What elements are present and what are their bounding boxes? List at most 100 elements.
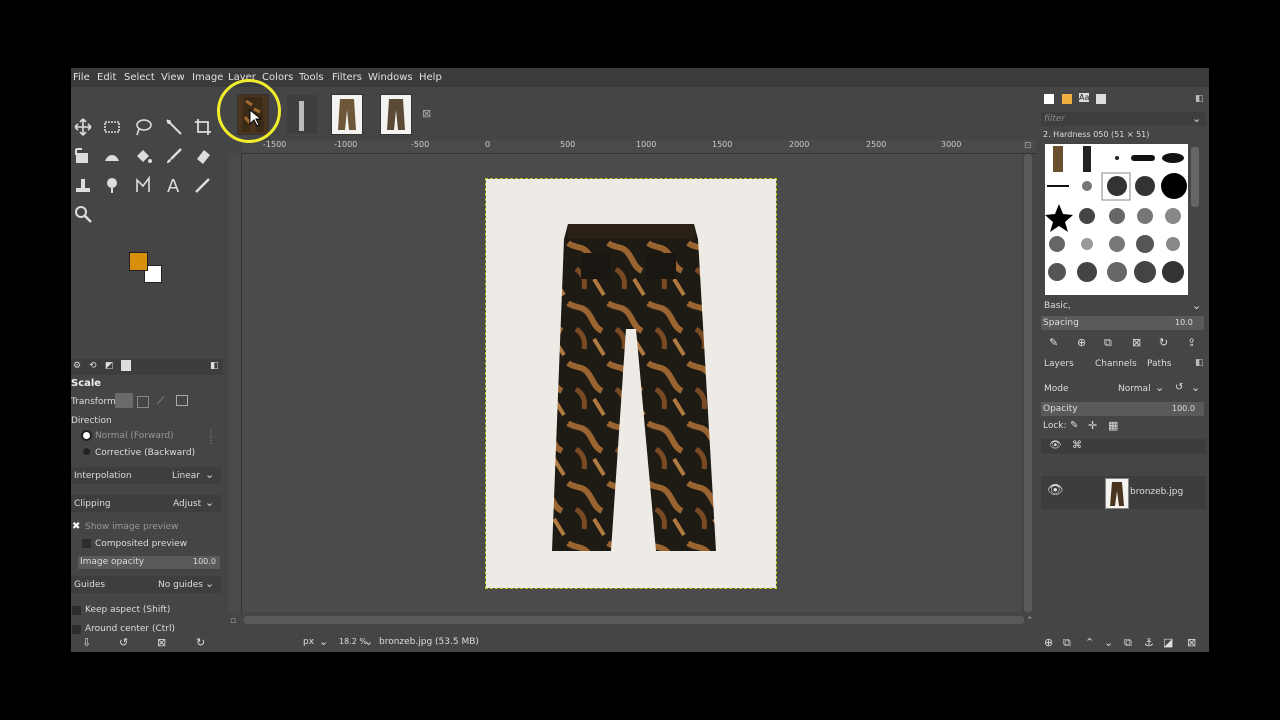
clipping-row[interactable]: Clipping Adjust ⌄ xyxy=(71,495,221,512)
eraser-icon[interactable] xyxy=(191,145,215,167)
close-tab-icon[interactable]: ⊠ xyxy=(422,107,431,120)
crop-icon[interactable] xyxy=(191,116,215,138)
transform-selection-icon[interactable] xyxy=(137,396,149,408)
image-opacity-slider[interactable]: Image opacity 100.0 xyxy=(78,556,220,569)
menu-windows[interactable]: Windows xyxy=(368,72,413,83)
images-tab-icon[interactable] xyxy=(121,360,131,371)
reset-options-icon[interactable]: ↻ xyxy=(196,636,205,649)
foreground-color-swatch[interactable] xyxy=(129,252,148,271)
menu-image[interactable]: Image xyxy=(192,72,223,83)
paintbrush-icon[interactable] xyxy=(162,145,186,167)
show-preview-label[interactable]: Show image preview xyxy=(85,522,179,532)
direction-corrective-label[interactable]: Corrective (Backward) xyxy=(95,448,195,458)
tab-layers[interactable]: Layers xyxy=(1044,359,1074,369)
warp-transform-icon[interactable] xyxy=(100,145,124,167)
save-options-icon[interactable]: ⇩ xyxy=(82,636,91,649)
rect-select-icon[interactable] xyxy=(100,116,124,138)
zoom-select[interactable]: 18.2 % xyxy=(339,637,367,646)
mask-layer-icon[interactable]: ◪ xyxy=(1163,636,1173,649)
image-tab-dark[interactable] xyxy=(286,94,318,135)
new-brush-icon[interactable]: ⊕ xyxy=(1077,336,1086,349)
anchor-layer-icon[interactable]: ⚓ xyxy=(1144,636,1154,649)
text-tool-icon[interactable]: A xyxy=(162,174,186,196)
brushes-tab-icon[interactable] xyxy=(1044,94,1054,104)
raise-layer-icon[interactable]: ⌃ xyxy=(1085,636,1094,649)
switch-mode-icon[interactable]: ↺ xyxy=(1175,382,1183,393)
restore-options-icon[interactable]: ↺ xyxy=(119,636,128,649)
tab-paths[interactable]: Paths xyxy=(1147,359,1171,369)
menu-help[interactable]: Help xyxy=(419,72,442,83)
lock-pixels-icon[interactable]: ✎ xyxy=(1070,420,1078,431)
configure-tab-icon[interactable]: ◧ xyxy=(1195,358,1204,368)
fonts-tab-icon[interactable]: Aa xyxy=(1079,93,1090,102)
configure-tab-icon[interactable]: ◧ xyxy=(1195,94,1204,104)
composited-preview-label[interactable]: Composited preview xyxy=(95,539,187,549)
patterns-tab-icon[interactable] xyxy=(1062,94,1072,104)
eye-icon[interactable]: 👁 xyxy=(1047,483,1064,498)
quick-mask-icon[interactable]: ▫ xyxy=(230,616,236,626)
direction-normal-label[interactable]: Normal (Forward) xyxy=(95,431,174,441)
around-center-checkbox[interactable] xyxy=(72,625,81,634)
image-tab-pants-2[interactable] xyxy=(331,94,363,135)
horizontal-scrollbar[interactable] xyxy=(244,616,1024,624)
menu-file[interactable]: File xyxy=(73,72,90,83)
transform-path-icon[interactable]: ⟋ xyxy=(157,396,164,407)
transform-image-icon[interactable] xyxy=(176,395,188,406)
document-history-tab-icon[interactable] xyxy=(1096,94,1106,104)
menu-tools[interactable]: Tools xyxy=(299,72,324,83)
tool-options-tab-icon[interactable]: ⚙ xyxy=(73,361,81,371)
layer-opacity-slider[interactable]: Opacity 100.0 xyxy=(1041,402,1204,416)
spacing-slider[interactable]: Spacing 10.0 xyxy=(1041,316,1204,330)
tab-channels[interactable]: Channels xyxy=(1095,359,1137,369)
image-canvas[interactable] xyxy=(485,178,777,589)
lock-alpha-icon[interactable]: ▦ xyxy=(1108,419,1118,432)
fuzzy-select-icon[interactable] xyxy=(162,116,186,138)
smudge-icon[interactable] xyxy=(100,174,124,196)
around-center-label[interactable]: Around center (Ctrl) xyxy=(85,624,175,634)
transform-layer-icon[interactable] xyxy=(115,393,133,408)
guides-row[interactable]: Guides No guides ⌄ xyxy=(71,576,221,593)
duplicate-brush-icon[interactable]: ⧉ xyxy=(1104,336,1112,350)
navigate-icon[interactable]: ⌃ xyxy=(1026,616,1034,626)
composited-preview-checkbox[interactable] xyxy=(82,539,91,548)
bucket-fill-icon[interactable] xyxy=(131,145,155,167)
delete-options-icon[interactable]: ⊠ xyxy=(157,636,166,649)
unit-select[interactable]: px xyxy=(303,637,314,647)
refresh-brushes-icon[interactable]: ↻ xyxy=(1159,336,1168,349)
menu-select[interactable]: Select xyxy=(124,72,155,83)
keep-aspect-checkbox[interactable] xyxy=(72,606,81,615)
delete-layer-icon[interactable]: ⊠ xyxy=(1187,636,1196,649)
new-layer-icon[interactable]: ⊕ xyxy=(1044,636,1053,649)
brush-grid[interactable] xyxy=(1045,144,1188,295)
delete-brush-icon[interactable]: ⊠ xyxy=(1132,336,1141,349)
layer-name[interactable]: bronzeb.jpg xyxy=(1130,487,1183,497)
vertical-scrollbar[interactable] xyxy=(1024,154,1032,612)
direction-normal-radio[interactable] xyxy=(83,432,90,439)
new-group-icon[interactable]: ⧉ xyxy=(1063,636,1071,650)
undo-history-tab-icon[interactable]: ◩ xyxy=(105,361,114,371)
configure-tab-icon[interactable]: ◧ xyxy=(210,361,219,371)
brush-scrollbar[interactable] xyxy=(1191,147,1199,207)
move-tool-icon[interactable] xyxy=(71,116,95,138)
lasso-icon[interactable] xyxy=(131,116,155,138)
direction-corrective-radio[interactable] xyxy=(83,448,90,455)
lower-layer-icon[interactable]: ⌄ xyxy=(1104,636,1113,649)
layer-mode-row[interactable]: Mode Normal ⌄ ↺ ⌄ xyxy=(1041,381,1206,397)
show-preview-check-icon[interactable]: ✖ xyxy=(72,521,80,532)
chain-link-icon[interactable]: ⋮ ⋮ xyxy=(207,430,215,445)
menu-edit[interactable]: Edit xyxy=(97,72,116,83)
zoom-icon[interactable] xyxy=(71,203,95,225)
paths-icon[interactable] xyxy=(131,174,155,196)
menu-view[interactable]: View xyxy=(161,72,185,83)
brush-filter-input[interactable]: filter ⌄ xyxy=(1041,112,1206,126)
clone-stamp-icon[interactable] xyxy=(71,174,95,196)
menu-filters[interactable]: Filters xyxy=(332,72,362,83)
device-status-tab-icon[interactable]: ⟲ xyxy=(89,361,97,371)
color-picker-icon[interactable] xyxy=(191,174,215,196)
lock-position-icon[interactable]: ✛ xyxy=(1088,419,1097,432)
menu-colors[interactable]: Colors xyxy=(262,72,293,83)
image-tab-pants-3[interactable] xyxy=(380,94,412,135)
layer-row[interactable]: 👁 bronzeb.jpg xyxy=(1041,476,1206,509)
open-brush-icon[interactable]: ⇪ xyxy=(1187,336,1196,349)
zoom-to-fit-icon[interactable]: ⊡ xyxy=(1024,141,1032,151)
